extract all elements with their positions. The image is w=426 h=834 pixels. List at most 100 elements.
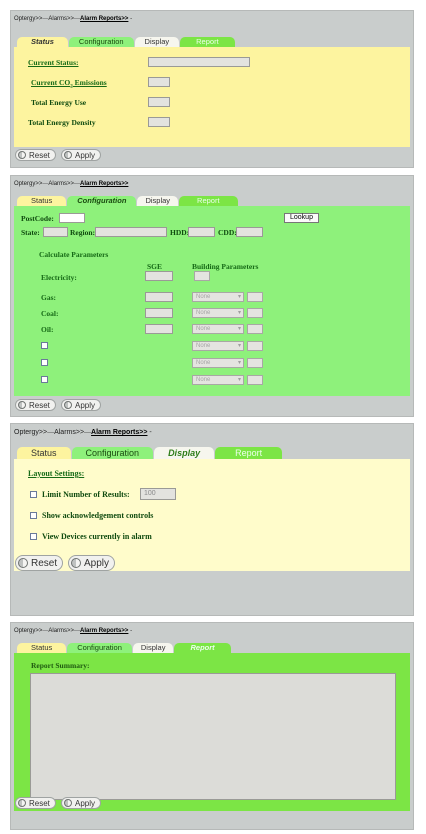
- breadcrumb-optergy[interactable]: Optergy>>: [14, 16, 42, 22]
- apply-button[interactable]: Apply: [61, 399, 102, 411]
- total-energy-density-field: [148, 117, 170, 127]
- breadcrumb-alarm-reports[interactable]: Alarm Reports>>: [80, 16, 128, 22]
- report-tab-bar: Status Configuration Display Report: [17, 643, 232, 653]
- report-summary-textarea[interactable]: [30, 673, 396, 800]
- tab-configuration[interactable]: Configuration: [71, 447, 154, 459]
- calculate-parameters-label: Calculate Parameters: [39, 250, 109, 259]
- breadcrumb-optergy[interactable]: Optergy>>: [14, 181, 42, 187]
- state-label: State:: [21, 228, 40, 237]
- breadcrumb-optergy[interactable]: Optergy>>: [14, 429, 47, 436]
- tab-bar: Status Configuration Display Report: [17, 196, 239, 206]
- building-parameters-header: Building Parameters: [192, 262, 259, 271]
- chevron-down-icon: ▾: [237, 377, 241, 383]
- status-body: Current Status: Current CO2 Emissions To…: [14, 47, 410, 147]
- reset-button[interactable]: Reset: [15, 399, 56, 411]
- gas-sge-field: [145, 292, 173, 302]
- breadcrumb: Optergy>>—Alarms>>—Alarm Reports>>: [14, 181, 129, 187]
- tab-bar: Status Configuration Display Report: [17, 447, 283, 459]
- tab-display[interactable]: Display: [137, 196, 179, 206]
- apply-icon: [64, 401, 72, 409]
- report-panel: Optergy>>—Alarms>>—Alarm Reports>> - Sta: [10, 622, 414, 830]
- reset-button[interactable]: Reset: [15, 149, 56, 161]
- breadcrumb-alarm-reports[interactable]: Alarm Reports>>: [80, 628, 128, 634]
- tab-status[interactable]: Status: [17, 447, 71, 459]
- breadcrumb-alarms[interactable]: Alarms>>: [48, 181, 74, 187]
- tab-bar: Status Configuration Display Report: [17, 37, 236, 47]
- limit-results-input[interactable]: 100: [140, 488, 176, 500]
- tab-status[interactable]: Status: [17, 196, 67, 206]
- custom-fuel-field-3: [247, 375, 263, 385]
- coal-label: Coal:: [41, 309, 59, 318]
- electricity-building-field: [194, 271, 210, 281]
- breadcrumb-alarms[interactable]: Alarms>>: [48, 16, 74, 22]
- gas-label: Gas:: [41, 293, 56, 302]
- hdd-label: HDD:: [170, 228, 190, 237]
- custom-fuel-select-1[interactable]: None ▾: [192, 341, 244, 351]
- apply-button[interactable]: Apply: [68, 555, 116, 571]
- apply-icon: [71, 558, 81, 568]
- tab-report[interactable]: Report: [179, 196, 238, 206]
- tab-configuration[interactable]: Configuration: [67, 196, 137, 206]
- apply-icon: [64, 799, 72, 807]
- show-ack-checkbox[interactable]: [30, 512, 37, 519]
- reset-button[interactable]: Reset: [15, 555, 64, 571]
- custom-fuel-checkbox-2[interactable]: [41, 359, 48, 366]
- sge-header: SGE: [147, 262, 163, 271]
- hdd-field: [188, 227, 215, 237]
- tab-report[interactable]: Report: [180, 37, 235, 47]
- cdd-field: [236, 227, 263, 237]
- postcode-input[interactable]: [59, 213, 85, 223]
- tab-report[interactable]: Report: [215, 447, 283, 459]
- custom-fuel-checkbox-1[interactable]: [41, 342, 48, 349]
- breadcrumb-alarms[interactable]: Alarms>>: [48, 628, 74, 634]
- tab-report[interactable]: Report: [174, 643, 231, 653]
- status-panel: Optergy>>—Alarms>>—Alarm Reports>> - Sta…: [10, 10, 414, 168]
- state-field: [43, 227, 68, 237]
- breadcrumb-alarm-reports[interactable]: Alarm Reports>>: [80, 181, 128, 187]
- custom-fuel-field-1: [247, 341, 263, 351]
- lookup-button[interactable]: Lookup: [284, 213, 319, 223]
- breadcrumb: Optergy>>—Alarms>>—Alarm Reports>> -: [14, 628, 133, 634]
- tab-status[interactable]: Status: [17, 643, 67, 653]
- report-summary-label: Report Summary:: [31, 661, 90, 670]
- coal-select[interactable]: None ▾: [192, 308, 244, 318]
- gas-select[interactable]: None ▾: [192, 292, 244, 302]
- apply-button[interactable]: Apply: [61, 149, 102, 161]
- apply-button[interactable]: Apply: [61, 797, 102, 809]
- limit-results-checkbox[interactable]: [30, 491, 37, 498]
- chevron-down-icon: ▾: [237, 294, 241, 300]
- electricity-sge-field: [145, 271, 173, 281]
- configuration-panel: Optergy>>—Alarms>>—Alarm Reports>> Statu…: [10, 175, 414, 417]
- oil-select[interactable]: None ▾: [192, 324, 244, 334]
- reset-icon: [18, 558, 28, 568]
- current-co2-field: [148, 77, 170, 87]
- gas-building-field: [247, 292, 263, 302]
- tab-display[interactable]: Display: [134, 37, 180, 47]
- tab-display[interactable]: Display: [132, 643, 174, 653]
- layout-settings-label: Layout Settings:: [28, 469, 85, 478]
- chevron-down-icon: ▾: [237, 343, 241, 349]
- breadcrumb: Optergy>>—Alarms>>—Alarm Reports>> -: [14, 16, 133, 22]
- breadcrumb-alarm-reports[interactable]: Alarm Reports>>: [91, 429, 147, 436]
- tab-configuration[interactable]: Configuration: [67, 643, 132, 653]
- current-status-field: [148, 57, 250, 67]
- breadcrumb-optergy[interactable]: Optergy>>: [14, 628, 42, 634]
- custom-fuel-checkbox-3[interactable]: [41, 376, 48, 383]
- custom-fuel-select-2[interactable]: None ▾: [192, 358, 244, 368]
- tab-status[interactable]: Status: [17, 37, 68, 47]
- custom-fuel-field-2: [247, 358, 263, 368]
- breadcrumb-alarms[interactable]: Alarms>>: [54, 429, 84, 436]
- breadcrumb: Optergy>>—Alarms>>—Alarm Reports>> -: [14, 429, 152, 436]
- view-devices-checkbox[interactable]: [30, 533, 37, 540]
- chevron-down-icon: ▾: [237, 310, 241, 316]
- tab-configuration[interactable]: Configuration: [68, 37, 134, 47]
- total-energy-use-field: [148, 97, 170, 107]
- electricity-label: Electricity:: [41, 273, 77, 282]
- current-status-label: Current Status:: [28, 58, 79, 67]
- custom-fuel-select-3[interactable]: None ▾: [192, 375, 244, 385]
- display-panel: Optergy>>—Alarms>>—Alarm Reports>> - Sta…: [10, 423, 414, 616]
- reset-button[interactable]: Reset: [15, 797, 56, 809]
- chevron-down-icon: ▾: [237, 360, 241, 366]
- coal-sge-field: [145, 308, 173, 318]
- tab-display[interactable]: Display: [154, 447, 215, 459]
